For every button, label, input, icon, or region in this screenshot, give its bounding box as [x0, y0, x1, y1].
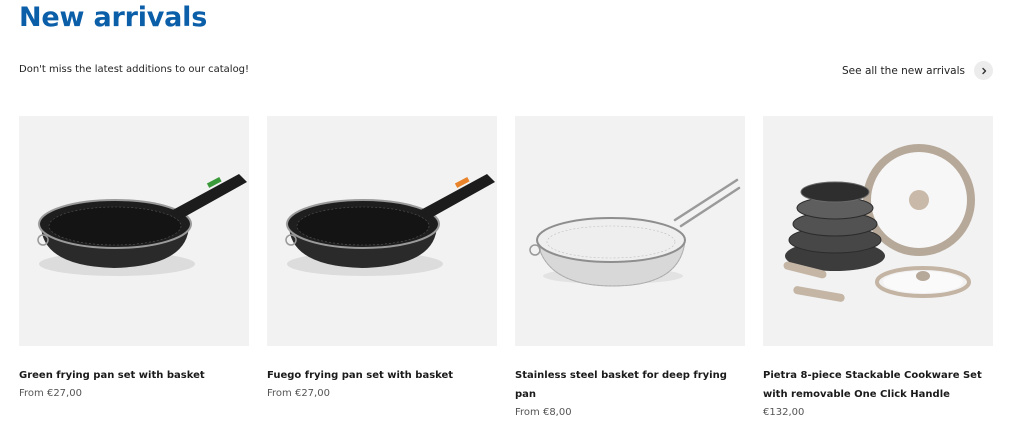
product-card[interactable]: Fuego frying pan set with basket From €2… [267, 116, 497, 422]
product-title[interactable]: Pietra 8-piece Stackable Cookware Set wi… [763, 366, 993, 404]
product-title[interactable]: Green frying pan set with basket [19, 366, 249, 385]
product-title[interactable]: Fuego frying pan set with basket [267, 366, 497, 385]
see-all-link[interactable]: See all the new arrivals [842, 61, 993, 80]
frying-pan-basket-image [37, 174, 247, 276]
steel-basket-image [529, 178, 741, 287]
see-all-label: See all the new arrivals [842, 64, 965, 77]
frying-pan-basket-image [285, 174, 495, 276]
chevron-right-icon[interactable] [974, 61, 993, 80]
product-card[interactable]: Green frying pan set with basket From €2… [19, 116, 249, 422]
product-image[interactable] [763, 116, 993, 346]
section-subtitle: Don't miss the latest additions to our c… [19, 64, 250, 75]
product-image[interactable] [19, 116, 249, 346]
product-image[interactable] [267, 116, 497, 346]
product-grid: Green frying pan set with basket From €2… [19, 116, 993, 422]
cookware-set-image [783, 144, 975, 302]
product-card[interactable]: Stainless steel basket for deep frying p… [515, 116, 745, 422]
product-title[interactable]: Stainless steel basket for deep frying p… [515, 366, 745, 404]
product-price: From €8,00 [515, 407, 572, 418]
product-card[interactable]: Pietra 8-piece Stackable Cookware Set wi… [763, 116, 993, 422]
product-price: From €27,00 [19, 388, 82, 399]
product-image[interactable] [515, 116, 745, 346]
product-price: €132,00 [763, 407, 805, 418]
product-price: From €27,00 [267, 388, 330, 399]
page-title: New arrivals [19, 2, 208, 33]
